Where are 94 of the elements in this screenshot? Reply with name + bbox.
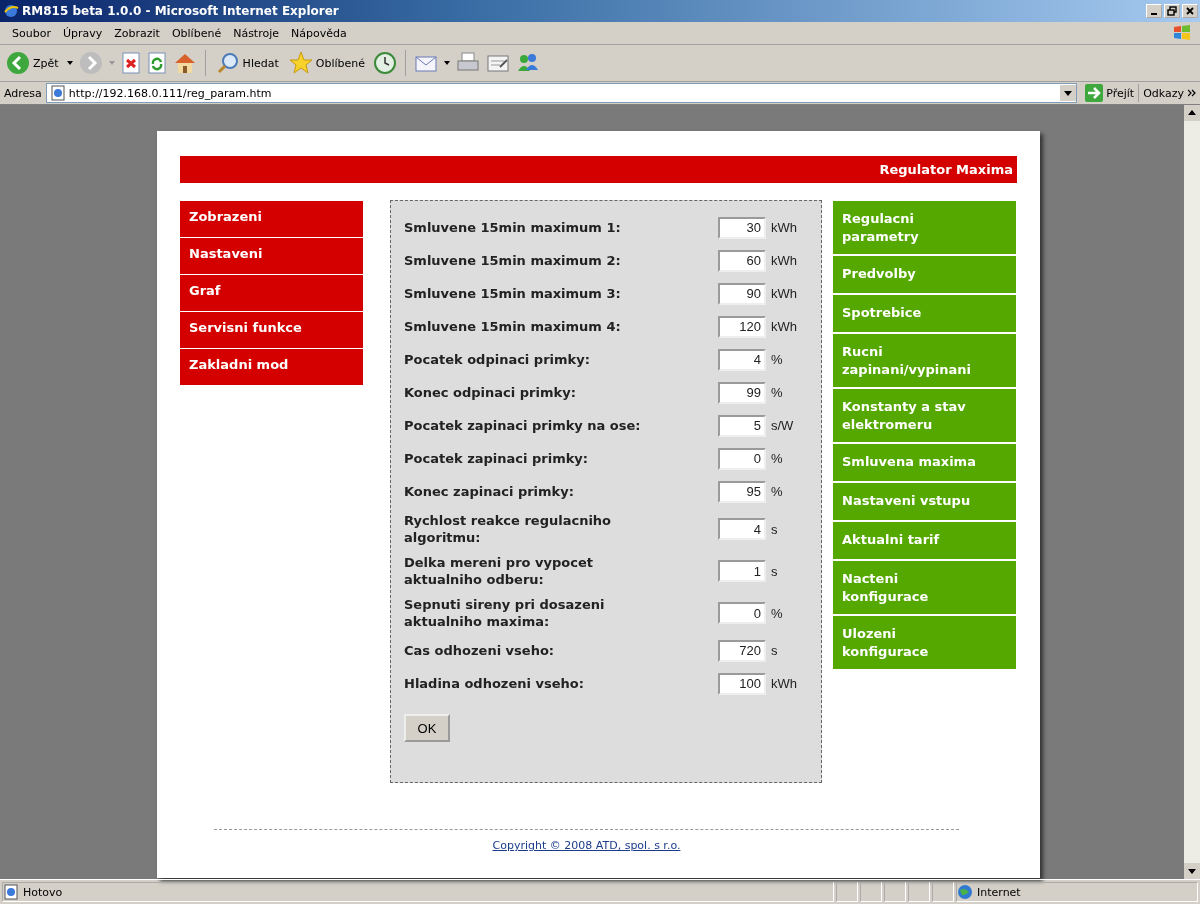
nav-link[interactable]: Nastaveni [180, 238, 363, 275]
unit-label: kWh [771, 286, 797, 301]
field-label: Smluvene 15min maximum 3: [404, 285, 622, 302]
links-label[interactable]: Odkazy [1143, 86, 1184, 100]
unit-label: % [771, 451, 783, 466]
search-button[interactable]: Hledat [213, 51, 281, 75]
input-field[interactable]: 5 [718, 414, 766, 437]
input-field[interactable]: 60 [718, 249, 766, 272]
close-icon [1185, 6, 1195, 16]
address-field[interactable]: http://192.168.0.111/reg_param.htm [45, 83, 1078, 103]
status-text: Hotovo [23, 885, 63, 899]
field-label: Pocatek zapinaci primky: [404, 450, 589, 467]
search-icon [215, 51, 240, 75]
scroll-down-icon[interactable] [1184, 863, 1200, 879]
arrow-icon [1085, 84, 1104, 102]
window-title: RM815 beta 1.0.0 - Microsoft Internet Explorer [22, 4, 340, 18]
unit-label: kWh [771, 319, 797, 334]
input-field[interactable]: 1 [718, 560, 766, 582]
input-field[interactable]: 0 [718, 447, 766, 470]
field-label: Hladina odhozeni vseho: [404, 675, 585, 692]
status-panel [836, 882, 858, 902]
status-panel [884, 882, 906, 902]
back-button[interactable]: Zpět [4, 51, 61, 75]
globe-icon [957, 884, 973, 900]
menu-item[interactable]: Nápověda [285, 26, 353, 40]
input-field[interactable]: 120 [718, 315, 766, 338]
menu-item[interactable]: Zobrazit [108, 26, 166, 40]
menu-item[interactable]: Nástroje [227, 26, 285, 40]
status-panel [860, 882, 882, 902]
minimize-button[interactable] [1146, 4, 1162, 18]
unit-label: kWh [771, 676, 797, 691]
browser-icon [3, 3, 19, 19]
address-label: Adresa [4, 86, 42, 100]
field-label: Smluvene 15min maximum 4: [404, 318, 622, 335]
field-label: Delka mereni pro vypocet aktualniho odberu: [404, 554, 594, 588]
stop-icon[interactable] [120, 52, 141, 74]
unit-label: s/W [771, 418, 794, 433]
unit-label: % [771, 385, 783, 400]
unit-label: kWh [771, 220, 797, 235]
history-icon[interactable] [373, 51, 397, 75]
windows-logo-icon [1172, 23, 1192, 43]
input-field[interactable]: 30 [718, 216, 766, 239]
menu-item[interactable]: Úpravy [56, 26, 109, 40]
site-title: Regulator Maxima [879, 162, 1013, 177]
unit-label: % [771, 484, 783, 499]
go-button[interactable]: Přejít [1081, 84, 1140, 102]
field-label: Rychlost reakce regulacniho algoritmu: [404, 512, 613, 546]
chevron-icon[interactable] [1188, 89, 1196, 97]
favorites-button[interactable]: Oblíbené [286, 51, 367, 75]
unit-label: kWh [771, 253, 797, 268]
input-field[interactable]: 100 [718, 672, 766, 695]
refresh-icon[interactable] [146, 52, 167, 74]
caret-icon[interactable] [66, 61, 73, 65]
input-field[interactable]: 99 [718, 381, 766, 404]
input-field[interactable]: 720 [718, 639, 766, 662]
restore-icon [1167, 6, 1177, 16]
field-label: Konec zapinaci primky: [404, 483, 575, 500]
unit-label: % [771, 605, 783, 621]
close-button[interactable] [1182, 4, 1198, 18]
caret-icon[interactable] [444, 61, 450, 65]
dropdown-icon[interactable] [1060, 85, 1077, 101]
field-label: Sepnuti sireny pri dosazeni aktualniho maxima: [404, 596, 606, 630]
restore-button[interactable] [1164, 4, 1180, 18]
input-field[interactable]: 95 [718, 480, 766, 503]
input-field[interactable]: 0 [718, 602, 766, 624]
field-label: Smluvene 15min maximum 1: [404, 219, 622, 236]
nav-link[interactable]: Zobrazeni [180, 201, 363, 238]
field-label: Pocatek odpinaci primky: [404, 351, 591, 368]
status-panel [932, 882, 954, 902]
input-field[interactable]: 90 [718, 282, 766, 305]
menu-item[interactable]: Oblíbené [165, 26, 228, 40]
ok-button[interactable]: OK [404, 714, 450, 742]
nav-link[interactable]: Zakladni mod [180, 349, 363, 386]
zone-text: Internet [977, 885, 1021, 899]
unit-label: s [771, 643, 778, 658]
field-label: Pocatek zapinaci primky na ose: [404, 417, 642, 434]
unit-label: % [771, 352, 783, 367]
status-panel [908, 882, 930, 902]
unit-label: s [771, 563, 778, 579]
star-icon [288, 51, 313, 75]
unit-label: s [771, 521, 778, 537]
field-label: Cas odhozeni vseho: [404, 642, 556, 659]
nav-link[interactable]: Servisni funkce [180, 312, 363, 349]
scroll-up-icon[interactable] [1184, 105, 1200, 121]
scrollbar[interactable] [1184, 105, 1200, 879]
page-icon [49, 85, 66, 101]
menu-item[interactable]: Soubor [6, 26, 57, 40]
field-label: Smluvene 15min maximum 2: [404, 252, 622, 269]
input-field[interactable]: 4 [718, 348, 766, 371]
field-label: Konec odpinaci primky: [404, 384, 577, 401]
copyright-link[interactable]: Copyright © 2008 ATD, spol. s r.o. [492, 839, 681, 852]
minimize-icon [1151, 13, 1157, 15]
input-field[interactable]: 4 [718, 518, 766, 540]
nav-link[interactable]: Graf [180, 275, 363, 312]
